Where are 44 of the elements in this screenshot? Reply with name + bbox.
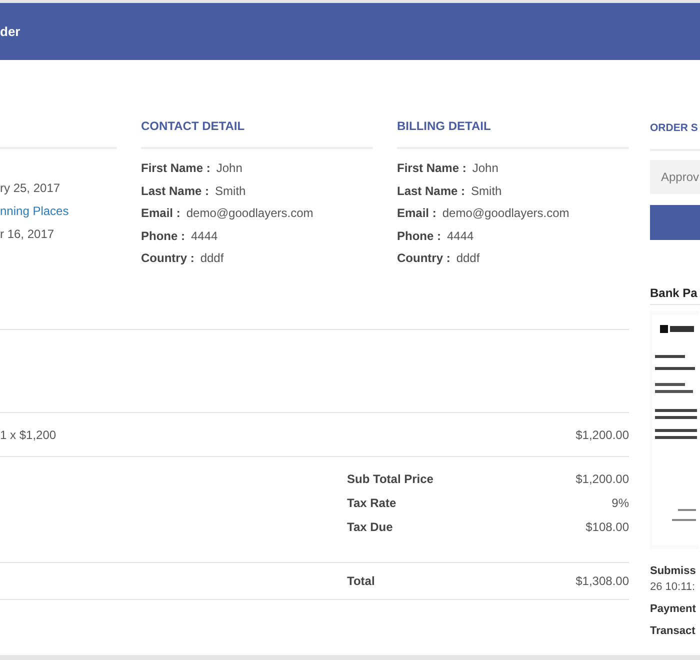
field-label: Email : <box>141 205 180 222</box>
field-label: Phone : <box>397 228 441 244</box>
page-title: der <box>0 22 20 41</box>
field-label: First Name : <box>141 160 210 176</box>
detail-label: Payment <box>650 602 697 617</box>
field-value: dddf <box>200 250 224 266</box>
detail-text: ry 25, 2017 <box>0 180 62 197</box>
total-label: Total <box>347 573 375 590</box>
section-heading: ORDER S <box>650 121 699 136</box>
field-label: First Name : <box>397 160 466 176</box>
detail-text: r 16, 2017 <box>0 226 56 243</box>
field-value: demo@goodlayers.com <box>442 205 570 222</box>
field-label: Country : <box>141 250 194 266</box>
field-label: Last Name : <box>141 182 210 199</box>
detail-label: Transact <box>650 624 696 639</box>
detail-label: Submiss <box>650 564 697 579</box>
update-button[interactable] <box>650 205 700 240</box>
section-heading: CONTACT DETAIL <box>141 118 246 135</box>
field-label: Last Name : <box>397 182 466 199</box>
summary-label: Sub Total Price <box>347 471 434 487</box>
item-amount: $1,200.00 <box>576 426 629 444</box>
link[interactable]: nning Places <box>0 203 117 220</box>
field-value: demo@goodlayers.com <box>186 205 314 222</box>
item-description: 1 x $1,200 <box>0 426 56 444</box>
summary-value: $1,200.00 <box>576 471 629 487</box>
field-value: Smith <box>471 182 502 199</box>
field-value: dddf <box>456 250 480 266</box>
summary-label: Tax Rate <box>347 495 396 511</box>
field-value: 4444 <box>191 228 218 244</box>
total-value: $1,308.00 <box>576 573 629 590</box>
field-value: 4444 <box>447 228 474 244</box>
summary-label: Tax Due <box>347 519 393 535</box>
field-value: John <box>472 160 498 176</box>
status-select[interactable]: Approv <box>650 160 700 194</box>
summary-value: 9% <box>612 495 629 511</box>
field-value: Smith <box>215 182 246 199</box>
field-label: Phone : <box>141 228 185 244</box>
field-label: Country : <box>397 250 450 266</box>
summary-value: $108.00 <box>586 519 629 535</box>
section-heading: Bank Pa <box>650 285 698 302</box>
section-heading: BILLING DETAIL <box>397 118 492 135</box>
field-label: Email : <box>397 205 436 222</box>
field-value: John <box>216 160 242 176</box>
detail-value: 26 10:11: <box>650 580 696 595</box>
